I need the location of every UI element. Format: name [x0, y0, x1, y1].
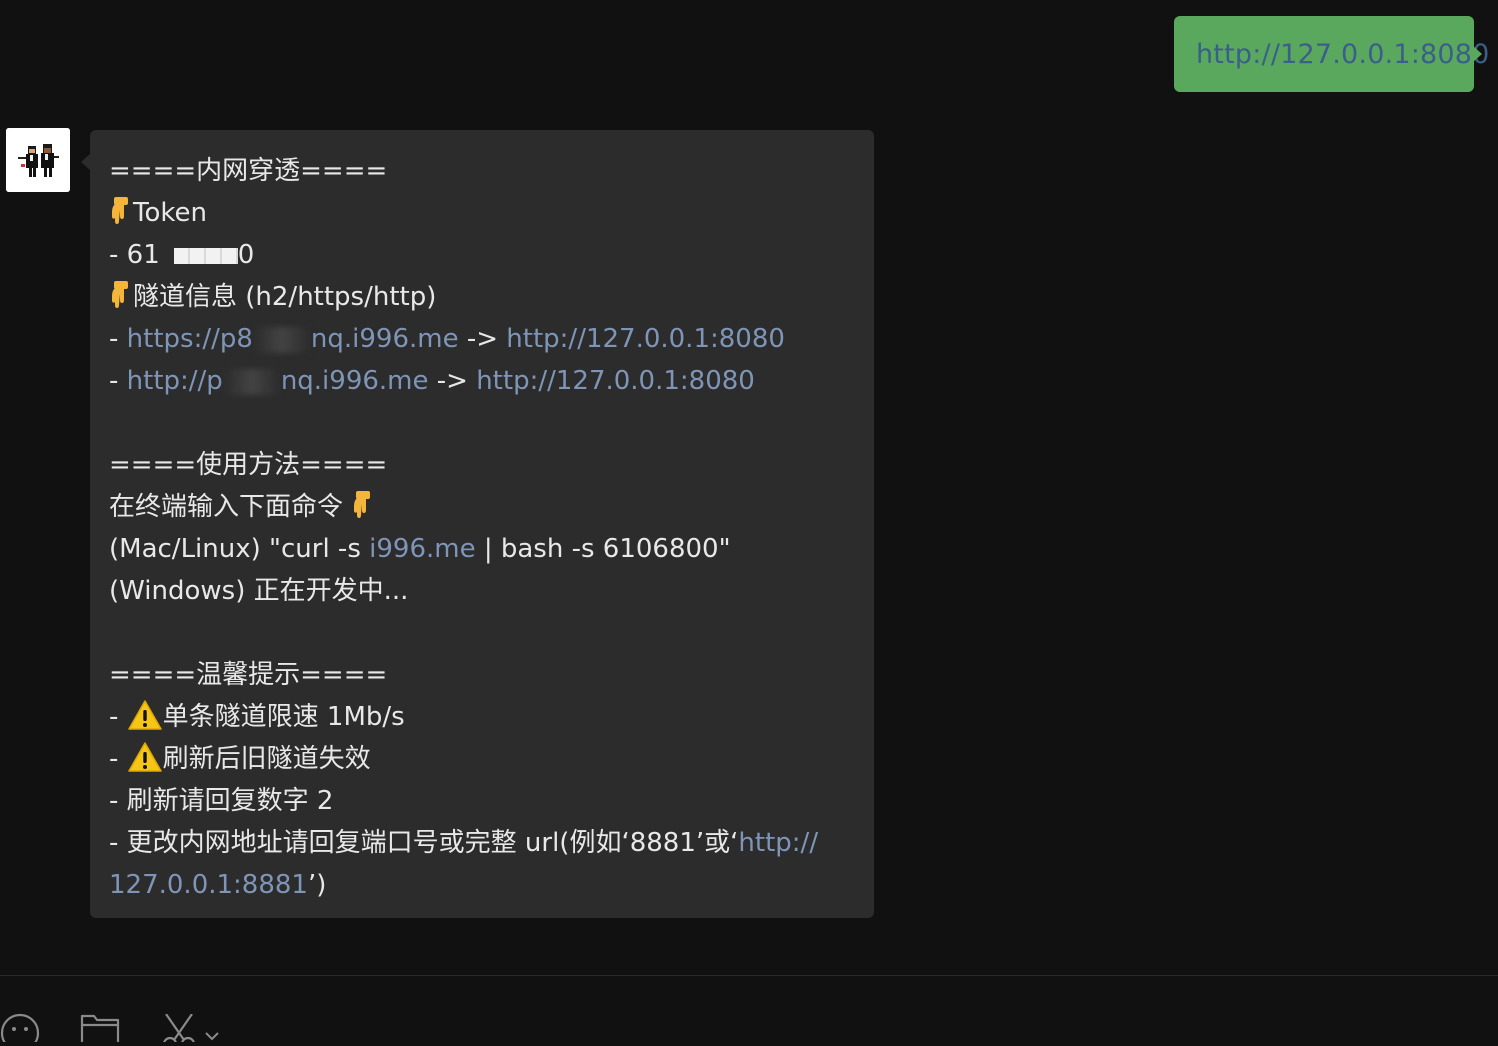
dash: -: [109, 366, 127, 396]
tip-refresh-command: - 刷新请回复数字 2: [109, 780, 858, 822]
link-part: https://p8: [126, 324, 253, 354]
emoji-icon[interactable]: [0, 1012, 42, 1046]
arrow: ->: [428, 366, 477, 396]
pointing-down-hand-icon: [109, 280, 133, 310]
tunnel-https-link[interactable]: https://p8 nq.i996.me: [127, 324, 459, 354]
avatar-image: [6, 128, 70, 192]
warning-icon: [127, 741, 163, 773]
redacted-token-mask: [173, 247, 238, 264]
text: (Windows) 正在开发中...: [109, 576, 409, 606]
tunnel-https-row: - https://p8 nq.i996.me -> http://127.0.0…: [109, 318, 858, 360]
input-toolbar: [0, 976, 1498, 1046]
text: - 更改内网地址请回复端口号或完整 url(例如‘8881’或‘: [109, 828, 739, 858]
mac-linux-command: (Mac/Linux) "curl -s i996.me | bash -s 6…: [109, 528, 858, 570]
link-part: nq.i996.me: [310, 324, 459, 354]
token-value: - 61 0: [109, 234, 858, 276]
pointing-down-hand-icon: [109, 196, 133, 226]
tunnel-info-label: 隧道信息 (h2/https/http): [133, 282, 437, 312]
dash: -: [109, 324, 127, 354]
text: ====使用方法====: [109, 450, 388, 480]
local-address-link[interactable]: http://127.0.0.1:8080: [506, 324, 785, 354]
section-title-tips: ====温馨提示====: [109, 654, 858, 696]
tip-change-address: - 更改内网地址请回复端口号或完整 url(例如‘8881’或‘http://: [109, 822, 858, 864]
chat-area: http://127.0.0.1:8080 ====内网穿透==== Token…: [0, 0, 1498, 975]
tunnel-http-row: - http://p nq.i996.me -> http://127.0.0.1…: [109, 360, 858, 402]
tip-refresh-invalidates: - 刷新后旧隧道失效: [109, 738, 858, 780]
incoming-message-bubble[interactable]: ====内网穿透==== Token - 61 0 隧道信息 (h2/https/…: [81, 130, 874, 918]
scissors-icon[interactable]: [160, 1013, 202, 1046]
link-part: http://p: [126, 366, 223, 396]
blurred-redaction: [222, 368, 281, 395]
dash: -: [109, 744, 127, 774]
warning-icon: [127, 699, 163, 731]
pointing-down-hand-icon: [351, 490, 375, 520]
text: 单条隧道限速 1Mb/s: [162, 702, 405, 732]
windows-status: (Windows) 正在开发中...: [109, 570, 858, 612]
local-address-link[interactable]: http://127.0.0.1:8080: [476, 366, 755, 396]
text: (Mac/Linux) "curl -s: [109, 534, 370, 564]
tip-rate-limit: - 单条隧道限速 1Mb/s: [109, 696, 858, 738]
example-url-link-part2[interactable]: 127.0.0.1:8881: [109, 870, 308, 900]
folder-icon[interactable]: [80, 1012, 122, 1046]
outgoing-message-bubble[interactable]: http://127.0.0.1:8080: [1174, 16, 1489, 92]
chevron-down-icon[interactable]: [204, 1026, 220, 1045]
token-suffix: 0: [237, 240, 255, 270]
tip-change-address-cont: 127.0.0.1:8881’): [109, 864, 858, 906]
section-title-usage: ====使用方法====: [109, 444, 858, 486]
token-prefix: - 61: [109, 240, 160, 270]
text: 刷新后旧隧道失效: [162, 744, 371, 774]
text: ’): [307, 870, 327, 900]
token-heading: Token: [109, 192, 858, 234]
tunnel-info-heading: 隧道信息 (h2/https/http): [109, 276, 858, 318]
dash: -: [109, 702, 127, 732]
example-url-link-part1[interactable]: http://: [738, 828, 818, 858]
token-label: Token: [133, 198, 207, 228]
avatar[interactable]: [6, 128, 70, 192]
usage-instruction: 在终端输入下面命令: [109, 486, 858, 528]
text: ====温馨提示====: [109, 660, 388, 690]
outgoing-message-link[interactable]: http://127.0.0.1:8080: [1196, 39, 1490, 70]
link-part: nq.i996.me: [280, 366, 429, 396]
text: ====内网穿透====: [109, 156, 388, 186]
i996-link[interactable]: i996.me: [369, 534, 475, 564]
blurred-redaction: [252, 326, 311, 353]
arrow: ->: [458, 324, 507, 354]
text: - 刷新请回复数字 2: [109, 786, 334, 816]
text: | bash -s 6106800": [475, 534, 731, 564]
tunnel-http-link[interactable]: http://p nq.i996.me: [127, 366, 429, 396]
section-title-tunnel: ====内网穿透====: [109, 150, 858, 192]
text: 在终端输入下面命令: [109, 492, 352, 522]
